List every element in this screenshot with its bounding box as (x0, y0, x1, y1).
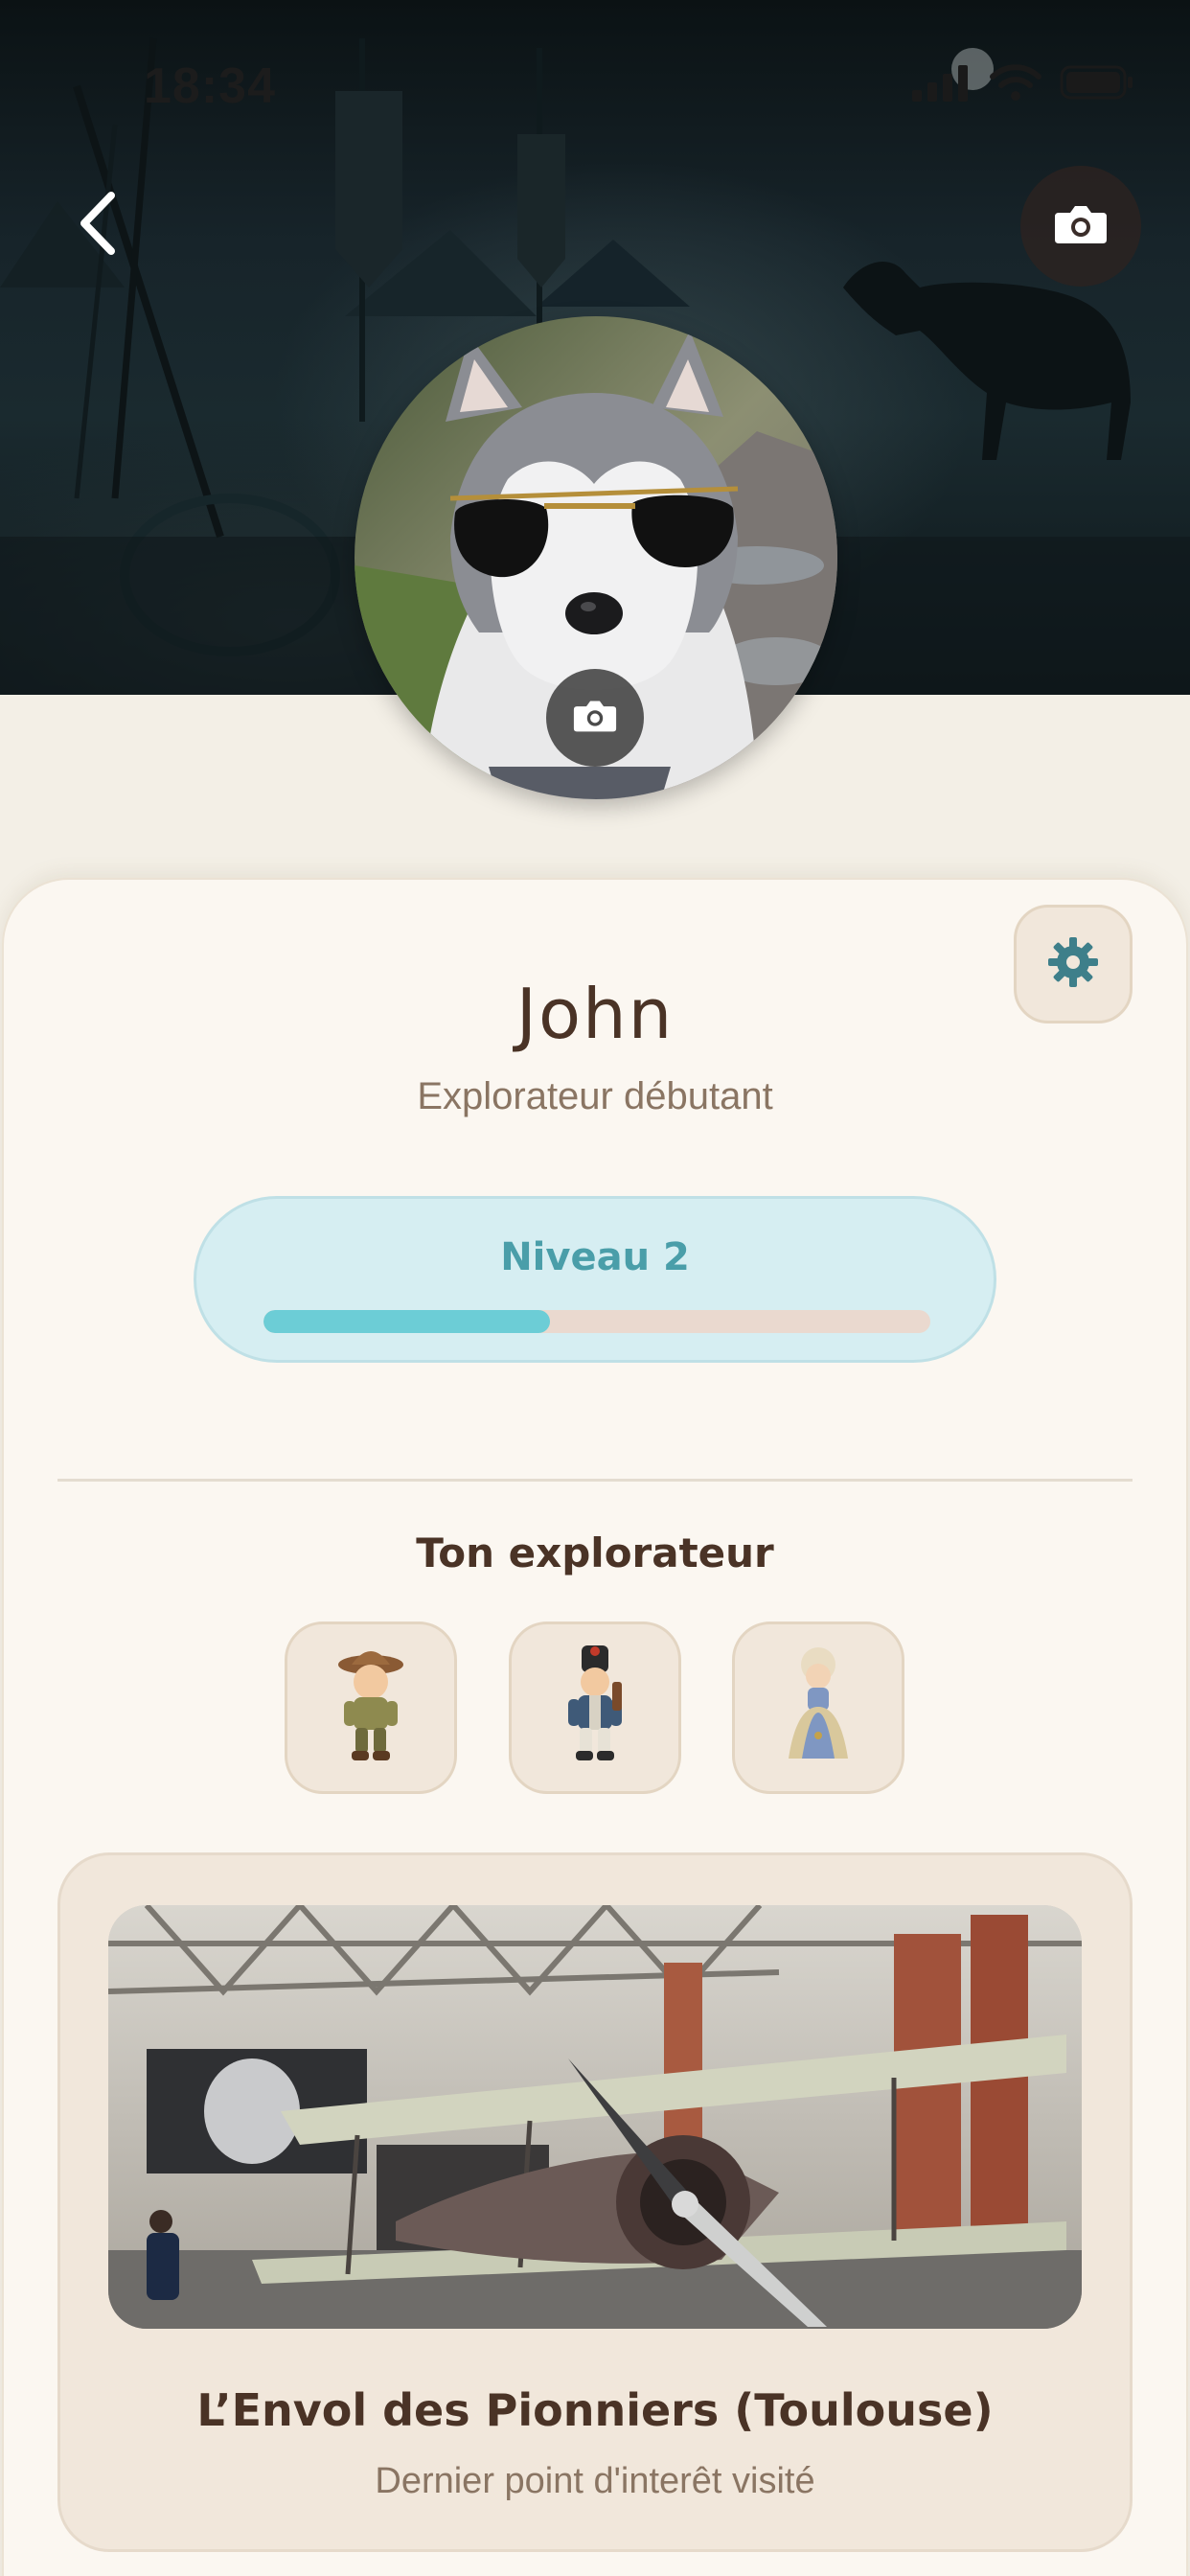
chevron-left-icon (77, 190, 119, 261)
status-icons (912, 63, 1134, 105)
level-progress-fill (263, 1310, 551, 1333)
explorer-option-1[interactable] (285, 1622, 457, 1794)
signal-icon (912, 63, 972, 105)
back-button[interactable] (59, 182, 136, 268)
profile-screen: 18:34 John Explorateur débutant Niveau 2… (0, 0, 1190, 2576)
last-poi-card[interactable]: L’Envol des Pionniers (Toulouse) Dernier… (57, 1852, 1133, 2552)
change-avatar-button[interactable] (546, 669, 644, 767)
level-progress-bar (263, 1310, 930, 1333)
level-badge: Niveau 2 (194, 1196, 996, 1363)
soldier-figure-icon (557, 1644, 633, 1772)
explorer-option-3[interactable] (732, 1622, 904, 1794)
camera-icon (1053, 203, 1109, 249)
marquise-figure-icon (775, 1644, 861, 1772)
poi-subtitle: Dernier point d'interêt visité (375, 2461, 815, 2501)
poi-title: L’Envol des Pionniers (Toulouse) (196, 2384, 994, 2436)
explorer-option-2[interactable] (509, 1622, 681, 1794)
poi-photo (108, 1905, 1082, 2329)
profile-rank: Explorateur débutant (417, 1075, 773, 1117)
hangar-airplane-photo (108, 1905, 1082, 2329)
change-cover-button[interactable] (1020, 166, 1141, 287)
profile-name: John (515, 974, 675, 1054)
level-label: Niveau 2 (500, 1235, 690, 1279)
battery-icon (1060, 63, 1134, 105)
section-divider (57, 1479, 1133, 1482)
adventurer-figure-icon (332, 1644, 409, 1772)
status-time: 18:34 (144, 58, 276, 114)
wifi-icon (989, 63, 1042, 105)
camera-icon (572, 699, 618, 737)
explorer-section-title: Ton explorateur (416, 1530, 774, 1576)
